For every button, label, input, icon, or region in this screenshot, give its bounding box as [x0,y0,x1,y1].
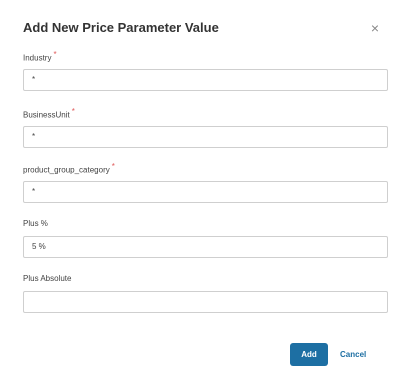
product-group-category-field: product_group_category * * [23,162,388,203]
business-unit-label: BusinessUnit * [23,107,75,120]
industry-field: Industry * * [23,50,388,91]
business-unit-field: BusinessUnit * * [23,107,388,148]
product-group-category-input[interactable]: * [23,181,388,203]
close-icon[interactable]: × [371,21,379,35]
product-group-category-label: product_group_category * [23,162,115,175]
required-mark: * [111,162,115,171]
required-mark: * [53,50,57,59]
industry-input[interactable]: * [23,69,388,91]
plus-percent-field: Plus % 5 % [23,219,388,258]
plus-absolute-label: Plus Absolute [23,274,72,283]
industry-label: Industry * [23,50,57,63]
plus-percent-input[interactable]: 5 % [23,236,388,258]
cancel-button[interactable]: Cancel [340,343,366,366]
add-button[interactable]: Add [290,343,328,366]
required-mark: * [71,107,75,116]
plus-absolute-input[interactable] [23,291,388,313]
dialog-footer: Add Cancel [0,343,401,367]
dialog-title: Add New Price Parameter Value [23,20,219,35]
add-price-parameter-dialog: Add New Price Parameter Value × Industry… [0,0,401,381]
plus-percent-label: Plus % [23,219,48,228]
business-unit-input[interactable]: * [23,126,388,148]
plus-absolute-field: Plus Absolute [23,274,388,313]
